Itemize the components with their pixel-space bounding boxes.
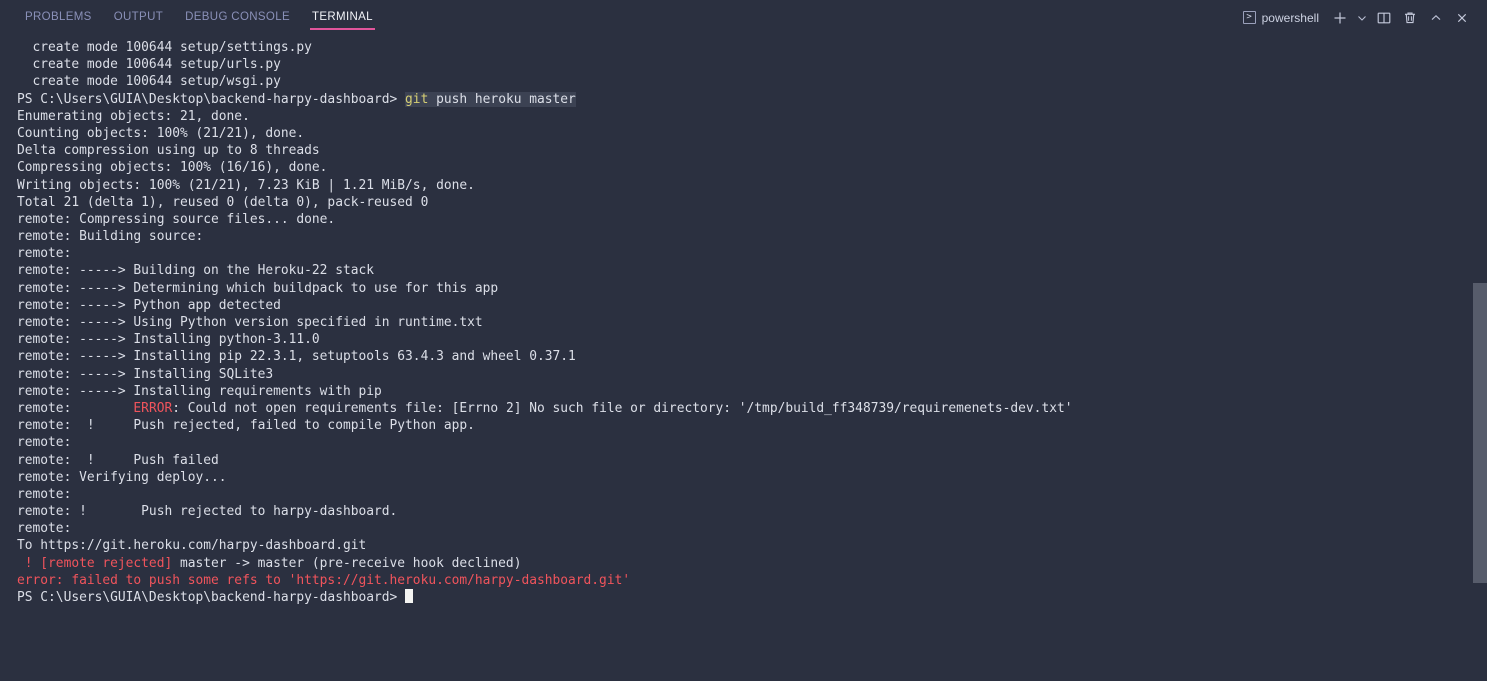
kill-terminal-button[interactable] (1397, 5, 1423, 31)
terminal-line: remote: Building source: (17, 228, 1487, 245)
terminal-line: Writing objects: 100% (21/21), 7.23 KiB … (17, 177, 1487, 194)
terminal-text: remote: ! Push failed (17, 452, 219, 468)
terminal-text: remote: ! Push rejected to harpy-dashboa… (17, 504, 398, 520)
panel-header-actions: > powershell (1235, 0, 1475, 35)
terminal-text: To https://git.heroku.com/harpy-dashboar… (17, 538, 367, 554)
terminal-text: git (405, 91, 429, 107)
terminal-text: remote: -----> Installing SQLite3 (17, 366, 274, 382)
terminal-line: Counting objects: 100% (21/21), done. (17, 125, 1487, 142)
terminal-line: To https://git.heroku.com/harpy-dashboar… (17, 537, 1487, 554)
terminal-cursor (405, 589, 414, 603)
terminal-line: error: failed to push some refs to 'http… (17, 572, 1487, 589)
terminal-text: push heroku master (428, 91, 576, 107)
terminal-profile-dropdown-button[interactable] (1353, 5, 1371, 31)
terminal-text: ! [remote rejected] (17, 555, 173, 571)
terminal-text: remote: -----> Installing pip 22.3.1, se… (17, 349, 576, 365)
terminal-chevron-icon: > (1242, 11, 1256, 24)
trash-icon (1405, 12, 1415, 23)
terminal-line: Delta compression using up to 8 threads (17, 142, 1487, 159)
terminal-line: remote: (17, 520, 1487, 537)
terminal-text: remote: Verifying deploy... (17, 469, 227, 485)
terminal-line-list: create mode 100644 setup/settings.py cre… (0, 39, 1487, 606)
terminal-text: : Could not open requirements file: [Err… (172, 400, 1073, 416)
terminal-text: remote: -----> Using Python version spec… (17, 315, 483, 330)
terminal-line: remote: (17, 434, 1487, 451)
terminal-text: Total 21 (delta 1), reused 0 (delta 0), … (17, 194, 429, 210)
terminal-scrollbar[interactable] (1473, 35, 1487, 681)
terminal-text: remote: (17, 486, 72, 502)
terminal-panel: PROBLEMS OUTPUT DEBUG CONSOLE TERMINAL >… (0, 0, 1487, 681)
terminal-text: PS C:\Users\GUIA\Desktop\backend-harpy-d… (17, 91, 406, 107)
terminal-line: Total 21 (delta 1), reused 0 (delta 0), … (17, 194, 1487, 211)
terminal-text: Enumerating objects: 21, done. (17, 108, 250, 124)
terminal-line: remote: -----> Python app detected (17, 297, 1487, 314)
terminal-text: Counting objects: 100% (21/21), done. (17, 125, 305, 141)
terminal-line: remote: -----> Installing python-3.11.0 (17, 331, 1487, 348)
terminal-text: PS C:\Users\GUIA\Desktop\backend-harpy-d… (17, 590, 406, 605)
terminal-text: remote: (17, 435, 72, 451)
terminal-line: remote: (17, 486, 1487, 503)
terminal-text: remote: (17, 400, 134, 416)
terminal-line: ! [remote rejected] master -> master (pr… (17, 555, 1487, 572)
terminal-line: create mode 100644 setup/settings.py (17, 39, 1487, 56)
terminal-text: remote: -----> Determining which buildpa… (17, 280, 499, 296)
split-terminal-button[interactable] (1371, 5, 1397, 31)
terminal-line: remote: -----> Using Python version spec… (17, 314, 1487, 331)
terminal-name-label: powershell (1261, 10, 1319, 25)
terminal-line: remote: -----> Installing requirements w… (17, 383, 1487, 400)
chevron-up-icon (1431, 14, 1441, 20)
terminal-text: remote: Building source: (17, 229, 204, 245)
terminal-text: remote: -----> Python app detected (17, 297, 281, 313)
terminal-line: create mode 100644 setup/wsgi.py (17, 73, 1487, 90)
terminal-text: create mode 100644 setup/settings.py (17, 40, 312, 55)
tab-debug-console[interactable]: DEBUG CONSOLE (174, 0, 301, 35)
tab-problems[interactable]: PROBLEMS (14, 0, 103, 35)
chevron-down-icon (1358, 15, 1366, 21)
close-icon (1457, 13, 1467, 22)
terminal-text: ERROR (133, 400, 173, 416)
terminal-line: remote: ! Push rejected to harpy-dashboa… (17, 503, 1487, 520)
terminal-line: remote: -----> Installing pip 22.3.1, se… (17, 348, 1487, 365)
terminal-text: Writing objects: 100% (21/21), 7.23 KiB … (17, 177, 475, 193)
terminal-text: create mode 100644 setup/wsgi.py (17, 74, 281, 90)
terminal-selector[interactable]: > powershell (1235, 7, 1327, 29)
terminal-line: remote: Verifying deploy... (17, 469, 1487, 486)
terminal-line: Compressing objects: 100% (16/16), done. (17, 159, 1487, 176)
terminal-line: remote: Compressing source files... done… (17, 211, 1487, 228)
panel-tab-bar: PROBLEMS OUTPUT DEBUG CONSOLE TERMINAL (14, 0, 384, 35)
terminal-line: Enumerating objects: 21, done. (17, 108, 1487, 125)
close-panel-button[interactable] (1449, 5, 1475, 31)
terminal-line: PS C:\Users\GUIA\Desktop\backend-harpy-d… (17, 91, 1487, 108)
terminal-line: PS C:\Users\GUIA\Desktop\backend-harpy-d… (17, 589, 1487, 606)
panel-header: PROBLEMS OUTPUT DEBUG CONSOLE TERMINAL >… (0, 0, 1487, 35)
terminal-line: remote: -----> Determining which buildpa… (17, 280, 1487, 297)
terminal-line: remote: -----> Installing SQLite3 (17, 366, 1487, 383)
terminal-text: master -> master (pre-receive hook decli… (172, 555, 522, 571)
terminal-text: remote: ! Push rejected, failed to compi… (17, 418, 475, 434)
terminal-line: remote: ! Push failed (17, 452, 1487, 469)
terminal-text: remote: -----> Installing python-3.11.0 (17, 332, 320, 348)
tab-output[interactable]: OUTPUT (103, 0, 174, 35)
terminal-line: remote: -----> Building on the Heroku-22… (17, 262, 1487, 279)
terminal-text: Delta compression using up to 8 threads (17, 143, 320, 159)
terminal-text: remote: (17, 521, 72, 537)
terminal-line: remote: ! Push rejected, failed to compi… (17, 417, 1487, 434)
new-terminal-button[interactable] (1327, 5, 1353, 31)
terminal-scrollbar-thumb[interactable] (1473, 283, 1487, 583)
terminal-text: error: failed to push some refs to 'http… (17, 572, 631, 588)
tab-terminal[interactable]: TERMINAL (301, 0, 384, 35)
terminal-text: remote: (17, 246, 72, 262)
split-panel-icon (1377, 12, 1391, 23)
terminal-line: remote: (17, 245, 1487, 262)
terminal-output-area[interactable]: create mode 100644 setup/settings.py cre… (0, 35, 1487, 681)
terminal-text: remote: -----> Installing requirements w… (17, 383, 382, 399)
plus-icon (1334, 12, 1346, 23)
terminal-text: create mode 100644 setup/urls.py (17, 57, 281, 73)
maximize-panel-button[interactable] (1423, 5, 1449, 31)
terminal-line: remote: ERROR: Could not open requiremen… (17, 400, 1487, 417)
terminal-text: Compressing objects: 100% (16/16), done. (17, 160, 328, 176)
terminal-text: remote: -----> Building on the Heroku-22… (17, 263, 374, 279)
terminal-text: remote: Compressing source files... done… (17, 211, 336, 227)
terminal-line: create mode 100644 setup/urls.py (17, 56, 1487, 73)
